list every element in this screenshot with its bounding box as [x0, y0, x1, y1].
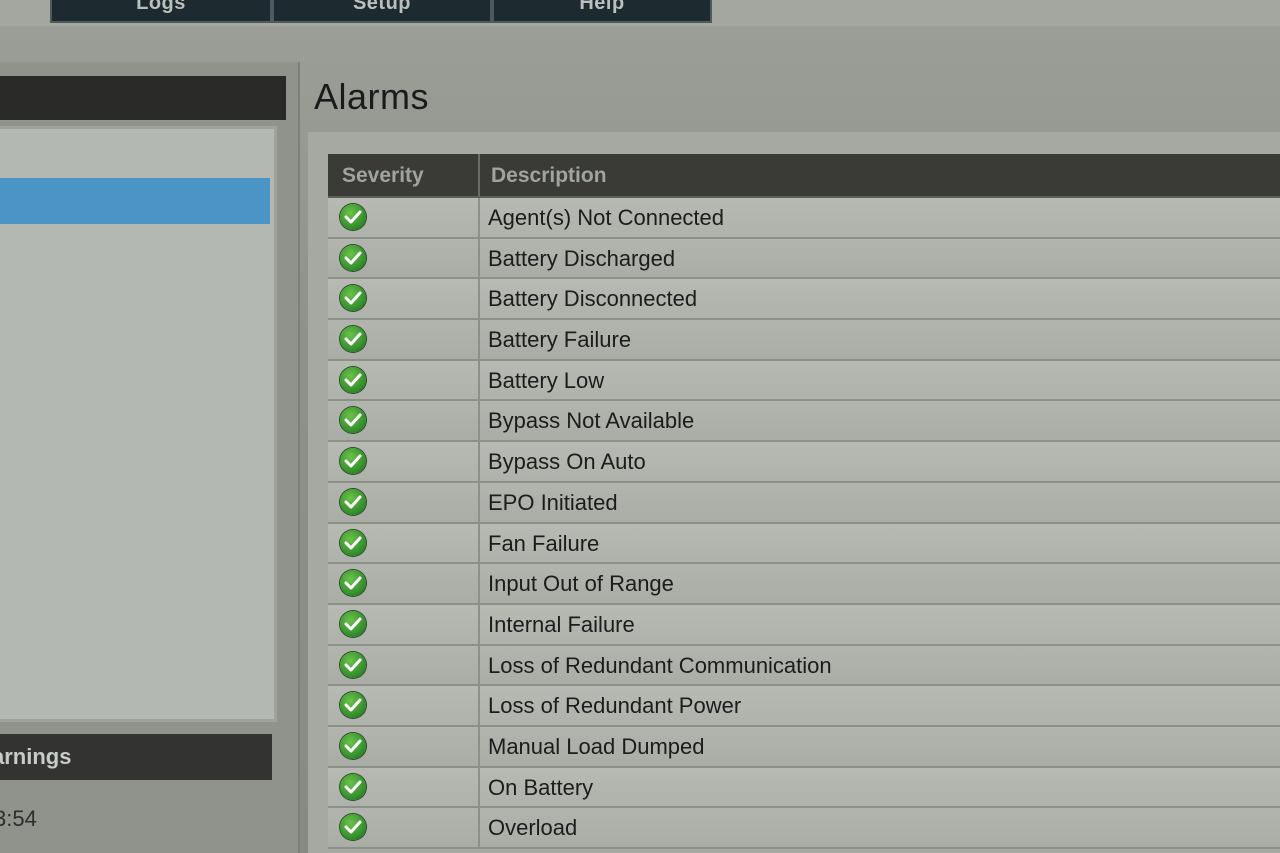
check-circle-icon: [340, 814, 366, 841]
severity-cell: [328, 238, 480, 278]
table-body: Agent(s) Not Connected Battery Discharged…: [328, 198, 1280, 849]
alarm-description: Bypass On Auto: [488, 449, 646, 475]
severity-cell: [328, 360, 480, 400]
check-circle-icon: [340, 773, 366, 800]
alarm-description: Battery Disconnected: [488, 286, 698, 312]
table-row[interactable]: Loss of Redundant Power: [328, 686, 1280, 727]
check-circle-icon: [340, 610, 366, 637]
table-row[interactable]: Battery Disconnected: [328, 279, 1280, 321]
table-row[interactable]: Battery Discharged: [328, 238, 1280, 280]
alarm-description: EPO Initiated: [488, 489, 618, 515]
tab-help[interactable]: Help: [492, 0, 712, 23]
alarm-description: Agent(s) Not Connected: [488, 205, 725, 230]
screen: Logs Setup Help arnings 3:54 Alarms Seve…: [0, 0, 1280, 853]
timestamp-text: 3:54: [0, 806, 37, 831]
tab-setup[interactable]: Setup: [272, 0, 492, 23]
left-panel: arnings 3:54: [0, 62, 300, 853]
severity-cell: [328, 523, 480, 563]
alarm-description: Loss of Redundant Power: [488, 693, 742, 719]
check-circle-icon: [340, 488, 366, 515]
alarm-description: Battery Discharged: [488, 245, 676, 271]
severity-cell: [328, 279, 480, 319]
severity-cell: [328, 808, 480, 847]
check-circle-icon: [340, 732, 366, 759]
severity-cell: [328, 198, 480, 237]
alarm-description: Manual Load Dumped: [488, 733, 705, 759]
check-circle-icon: [340, 407, 366, 434]
alarm-description: Loss of Redundant Communication: [488, 652, 832, 678]
warnings-header: arnings: [0, 734, 272, 780]
left-panel-header: [0, 76, 286, 120]
check-circle-icon: [340, 448, 366, 475]
check-circle-icon: [340, 204, 366, 230]
check-circle-icon: [340, 651, 366, 678]
table-row[interactable]: On Battery: [328, 767, 1280, 809]
alarms-panel: Severity Description Agent(s) Not Connec…: [308, 132, 1280, 853]
severity-cell: [328, 564, 480, 603]
check-circle-icon: [340, 244, 366, 271]
device-list-selected-item[interactable]: [0, 178, 270, 224]
severity-cell: [328, 726, 480, 766]
table-row[interactable]: Internal Failure: [328, 604, 1280, 646]
table-row[interactable]: Input Out of Range: [328, 564, 1280, 605]
check-circle-icon: [340, 285, 366, 312]
table-row[interactable]: Bypass On Auto: [328, 442, 1280, 483]
severity-cell: [328, 442, 480, 481]
severity-cell: [328, 482, 480, 522]
alarm-description: Fan Failure: [488, 530, 600, 556]
column-header-description[interactable]: Description: [491, 154, 607, 196]
table-row[interactable]: Manual Load Dumped: [328, 726, 1280, 768]
alarm-description: Input Out of Range: [488, 571, 674, 597]
table-row[interactable]: Agent(s) Not Connected: [328, 198, 1280, 239]
severity-cell: [328, 401, 480, 441]
table-row[interactable]: Bypass Not Available: [328, 401, 1280, 443]
alarm-description: Internal Failure: [488, 611, 635, 637]
severity-cell: [328, 686, 480, 725]
table-row[interactable]: Overload: [328, 808, 1280, 849]
check-circle-icon: [340, 366, 366, 393]
alarms-table: Severity Description Agent(s) Not Connec…: [328, 154, 1280, 849]
page-title: Alarms: [314, 76, 430, 117]
alarm-description: Overload: [488, 815, 578, 841]
top-nav: Logs Setup Help: [0, 0, 1280, 26]
tab-logs[interactable]: Logs: [50, 0, 272, 23]
table-row[interactable]: Fan Failure: [328, 523, 1280, 565]
table-row[interactable]: Battery Failure: [328, 320, 1280, 361]
table-row[interactable]: Loss of Redundant Communication: [328, 645, 1280, 687]
column-header-severity[interactable]: Severity: [342, 154, 424, 196]
check-circle-icon: [340, 326, 366, 353]
table-row[interactable]: EPO Initiated: [328, 482, 1280, 524]
check-circle-icon: [340, 692, 366, 719]
severity-cell: [328, 645, 480, 685]
check-circle-icon: [340, 529, 366, 556]
alarm-description: Battery Failure: [488, 327, 632, 353]
severity-cell: [328, 320, 480, 359]
alarm-description: On Battery: [488, 774, 594, 800]
severity-cell: [328, 604, 480, 644]
column-divider: [478, 154, 480, 196]
alarm-description: Bypass Not Available: [488, 408, 695, 434]
check-circle-icon: [340, 570, 366, 597]
alarm-description: Battery Low: [488, 367, 605, 393]
severity-cell: [328, 767, 480, 807]
table-row[interactable]: Battery Low: [328, 360, 1280, 402]
table-header: Severity Description: [328, 154, 1280, 198]
